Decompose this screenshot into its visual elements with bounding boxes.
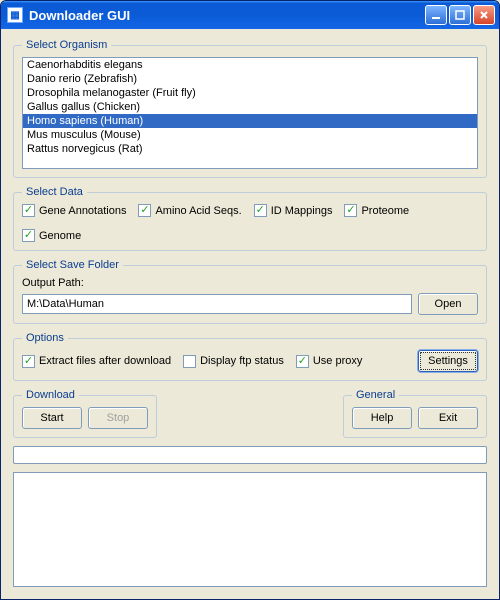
save-group: Select Save Folder Output Path: Open (13, 259, 487, 324)
data-check-row: ✓ Gene Annotations ✓ Amino Acid Seqs. ✓ ID Ma… (22, 204, 478, 242)
app-icon: ▦ (7, 7, 23, 23)
data-checkbox[interactable]: ✓ Gene Annotations (22, 204, 126, 217)
options-legend: Options (22, 332, 68, 344)
maximize-button[interactable] (449, 5, 471, 25)
ftp-label: Display ftp status (200, 355, 284, 367)
checkbox-icon: ✓ (296, 355, 309, 368)
checkbox-icon: ✓ (344, 204, 357, 217)
start-button[interactable]: Start (22, 407, 82, 429)
checkbox-label: Gene Annotations (39, 205, 126, 217)
data-legend: Select Data (22, 186, 87, 198)
checkbox-label: Proteome (361, 205, 409, 217)
minimize-button[interactable] (425, 5, 447, 25)
window-title: Downloader GUI (29, 8, 425, 23)
progress-bar (13, 446, 487, 464)
organism-listbox[interactable]: Caenorhabditis elegansDanio rerio (Zebra… (22, 57, 478, 169)
checkbox-label: Amino Acid Seqs. (155, 205, 241, 217)
checkbox-icon: ✓ (22, 204, 35, 217)
window-buttons (425, 5, 495, 25)
checkbox-icon: ✓ (22, 355, 35, 368)
general-legend: General (352, 389, 399, 401)
use-proxy-checkbox[interactable]: ✓ Use proxy (296, 355, 363, 368)
data-group: Select Data ✓ Gene Annotations ✓ Amino Acid… (13, 186, 487, 251)
proxy-label: Use proxy (313, 355, 363, 367)
close-button[interactable] (473, 5, 495, 25)
checkbox-icon (183, 355, 196, 368)
general-group: General Help Exit (343, 389, 487, 438)
organism-item[interactable]: Mus musculus (Mouse) (23, 128, 477, 142)
extract-checkbox[interactable]: ✓ Extract files after download (22, 355, 171, 368)
checkbox-icon: ✓ (22, 229, 35, 242)
data-checkbox[interactable]: ✓ Genome (22, 229, 81, 242)
options-group: Options ✓ Extract files after download D… (13, 332, 487, 381)
data-checkbox[interactable]: ✓ Proteome (344, 204, 409, 217)
checkbox-label: Genome (39, 230, 81, 242)
exit-button[interactable]: Exit (418, 407, 478, 429)
action-row: Download Start Stop General Help Exit (13, 389, 487, 438)
open-button[interactable]: Open (418, 293, 478, 315)
organism-legend: Select Organism (22, 39, 111, 51)
extract-label: Extract files after download (39, 355, 171, 367)
organism-item[interactable]: Caenorhabditis elegans (23, 58, 477, 72)
spacer (167, 389, 333, 438)
output-path-input[interactable] (22, 294, 412, 314)
help-button[interactable]: Help (352, 407, 412, 429)
save-legend: Select Save Folder (22, 259, 123, 271)
app-window: ▦ Downloader GUI Select Organism Caenorh… (0, 0, 500, 600)
content-area: Select Organism Caenorhabditis elegansDa… (1, 29, 499, 599)
checkbox-label: ID Mappings (271, 205, 333, 217)
titlebar: ▦ Downloader GUI (1, 1, 499, 29)
log-output (13, 472, 487, 587)
checkbox-icon: ✓ (138, 204, 151, 217)
download-legend: Download (22, 389, 79, 401)
checkbox-icon: ✓ (254, 204, 267, 217)
output-path-label: Output Path: (22, 277, 478, 289)
organism-item[interactable]: Gallus gallus (Chicken) (23, 100, 477, 114)
settings-button[interactable]: Settings (418, 350, 478, 372)
ftp-status-checkbox[interactable]: Display ftp status (183, 355, 284, 368)
organism-item[interactable]: Drosophila melanogaster (Fruit fly) (23, 86, 477, 100)
data-checkbox[interactable]: ✓ Amino Acid Seqs. (138, 204, 241, 217)
organism-item[interactable]: Homo sapiens (Human) (23, 114, 477, 128)
download-group: Download Start Stop (13, 389, 157, 438)
organism-group: Select Organism Caenorhabditis elegansDa… (13, 39, 487, 178)
data-checkbox[interactable]: ✓ ID Mappings (254, 204, 333, 217)
organism-item[interactable]: Danio rerio (Zebrafish) (23, 72, 477, 86)
organism-item[interactable]: Rattus norvegicus (Rat) (23, 142, 477, 156)
stop-button[interactable]: Stop (88, 407, 148, 429)
